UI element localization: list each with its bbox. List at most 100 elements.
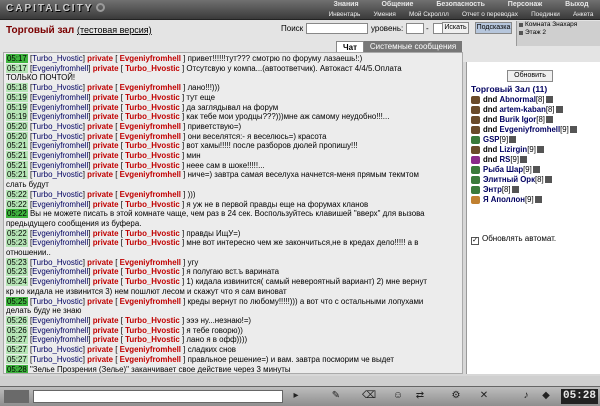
sound-icon[interactable]: ♪	[520, 390, 532, 402]
chat-recipient-nick[interactable]: Turbo_Hvostic	[125, 200, 180, 209]
chat-recipient-nick[interactable]: Evgeniyfromhell	[120, 190, 181, 199]
chat-sender-nick[interactable]: Evgeniyfromhell	[32, 277, 88, 286]
user-nick[interactable]: GSP	[483, 135, 499, 144]
user-nick[interactable]: Элитный Орк	[483, 175, 535, 184]
chat-recipient-nick[interactable]: Evgeniyfromhell	[120, 258, 181, 267]
user-info-icon[interactable]	[534, 196, 542, 203]
chat-recipient-nick[interactable]: Turbo_Hvostic	[125, 151, 180, 160]
user-info-icon[interactable]	[544, 176, 552, 183]
eraser-icon[interactable]: ⌫	[362, 390, 376, 402]
user-info-icon[interactable]	[545, 116, 553, 123]
submenu-profile[interactable]: Анкета	[573, 10, 593, 19]
chat-recipient-nick[interactable]: Turbo_Hvostic	[125, 141, 180, 150]
chat-input[interactable]	[33, 390, 283, 403]
search-button[interactable]: Искать	[442, 22, 469, 34]
user-info-icon[interactable]	[511, 186, 519, 193]
chat-sender-nick[interactable]: Evgeniyfromhell	[32, 64, 88, 73]
user-list-item[interactable]: dnd Lizirgin[9]	[471, 145, 599, 155]
submenu-inventory[interactable]: Инвентарь	[329, 10, 361, 19]
chat-sender-nick[interactable]: Evgeniyfromhell	[32, 326, 88, 335]
chat-sender-nick[interactable]: Turbo_Hvostic	[32, 54, 83, 63]
chat-sender-nick[interactable]: Turbo_Hvostic	[32, 170, 83, 179]
chat-sender-nick[interactable]: Turbo_Hvostic	[32, 345, 83, 354]
chat-sender-nick[interactable]: Turbo_Hvostic	[32, 297, 83, 306]
user-list-item[interactable]: dnd Evgeniyfromhell[9]	[471, 125, 599, 135]
search-input[interactable]	[306, 23, 368, 34]
clear-icon[interactable]: ✕	[478, 390, 490, 402]
shield-icon[interactable]: ◆	[540, 390, 552, 402]
tab-chat[interactable]: Чат	[336, 41, 364, 52]
chat-mode-indicator[interactable]	[4, 390, 29, 403]
user-info-icon[interactable]	[519, 156, 527, 163]
user-list-item[interactable]: GSP[9]	[471, 135, 599, 145]
translit-icon[interactable]: ⇄	[414, 390, 426, 402]
chat-recipient-nick[interactable]: Evgeniyfromhell	[120, 345, 181, 354]
menu-item-communication[interactable]: Общение	[381, 0, 413, 9]
tab-system-messages[interactable]: Системные сообщения	[364, 41, 462, 52]
chat-recipient-nick[interactable]: Turbo_Hvostic	[125, 112, 180, 121]
chat-sender-nick[interactable]: Turbo_Hvostic	[32, 122, 83, 131]
menu-item-character[interactable]: Персонаж	[508, 0, 542, 9]
user-info-icon[interactable]	[555, 106, 563, 113]
chat-sender-nick[interactable]: Evgeniyfromhell	[32, 229, 88, 238]
chat-sender-nick[interactable]: Turbo_Hvostic	[32, 83, 83, 92]
user-nick[interactable]: Abnormal	[499, 95, 535, 104]
chat-recipient-nick[interactable]: Evgeniyfromhell	[120, 122, 181, 131]
user-info-icon[interactable]	[569, 126, 577, 133]
chat-recipient-nick[interactable]: Evgeniyfromhell	[120, 83, 181, 92]
chat-log[interactable]: 05:17 [Turbo_Hvostic] private [ Evgeniyf…	[3, 52, 463, 374]
menu-item-knowledge[interactable]: Знания	[333, 0, 358, 9]
user-info-icon[interactable]	[532, 166, 540, 173]
send-icon[interactable]: ▸	[290, 390, 302, 402]
user-nick[interactable]: Я Аполлон	[483, 195, 525, 204]
smile-icon[interactable]: ☺	[392, 390, 404, 402]
pencil-icon[interactable]: ✎	[330, 390, 342, 402]
chat-sender-nick[interactable]: Turbo_Hvostic	[32, 258, 83, 267]
user-nick[interactable]: Burik Igor	[499, 115, 536, 124]
user-list-item[interactable]: Элитный Орк[8]	[471, 175, 599, 185]
chat-sender-nick[interactable]: Evgeniyfromhell	[32, 161, 88, 170]
level-from-input[interactable]	[406, 23, 424, 34]
user-list-item[interactable]: dnd Burik Igor[8]	[471, 115, 599, 125]
user-nick[interactable]: Энтр	[483, 185, 502, 194]
submenu-skills[interactable]: Умения	[374, 10, 396, 19]
chat-recipient-nick[interactable]: Evgeniyfromhell	[120, 54, 181, 63]
chat-recipient-nick[interactable]: Evgeniyfromhell	[120, 170, 181, 179]
chat-sender-nick[interactable]: Turbo_Hvostic	[32, 355, 83, 364]
menu-item-security[interactable]: Безопасность	[436, 0, 485, 9]
user-nick[interactable]: Evgeniyfromhell	[499, 125, 560, 134]
chat-recipient-nick[interactable]: Turbo_Hvostic	[125, 277, 180, 286]
user-list-item[interactable]: Энтр[8]	[471, 185, 599, 195]
chat-recipient-nick[interactable]: Turbo_Hvostic	[125, 229, 180, 238]
chat-sender-nick[interactable]: Evgeniyfromhell	[32, 238, 88, 247]
chat-sender-nick[interactable]: Evgeniyfromhell	[32, 316, 88, 325]
checkbox-icon[interactable]: ✓	[471, 237, 479, 245]
chat-recipient-nick[interactable]: Turbo_Hvostic	[125, 335, 180, 344]
chat-sender-nick[interactable]: Evgeniyfromhell	[32, 112, 88, 121]
submenu-duels[interactable]: Поединки	[531, 10, 560, 19]
chat-recipient-nick[interactable]: Turbo_Hvostic	[125, 103, 180, 112]
user-info-icon[interactable]	[536, 146, 544, 153]
chat-sender-nick[interactable]: Evgeniyfromhell	[32, 200, 88, 209]
user-list-item[interactable]: dnd Abnormal[8]	[471, 95, 599, 105]
room-link-healer[interactable]: Комната Знахаря	[517, 21, 600, 29]
user-list-item[interactable]: dnd RS[9]	[471, 155, 599, 165]
chat-sender-nick[interactable]: Evgeniyfromhell	[32, 151, 88, 160]
user-info-icon[interactable]	[545, 96, 553, 103]
chat-sender-nick[interactable]: Evgeniyfromhell	[32, 141, 88, 150]
settings-icon[interactable]: ⚙	[450, 390, 462, 402]
chat-recipient-nick[interactable]: Turbo_Hvostic	[125, 267, 180, 276]
user-nick[interactable]: RS	[499, 155, 510, 164]
user-nick[interactable]: Lizirgin	[499, 145, 527, 154]
chat-recipient-nick[interactable]: Turbo_Hvostic	[125, 93, 180, 102]
user-list-item[interactable]: Я Аполлон[9]	[471, 195, 599, 205]
room-link-floor2[interactable]: Этаж 2	[517, 29, 600, 37]
chat-recipient-nick[interactable]: Turbo_Hvostic	[125, 326, 180, 335]
hint-button[interactable]: Подсказка	[475, 22, 512, 34]
chat-recipient-nick[interactable]: Turbo_Hvostic	[125, 64, 180, 73]
menu-item-exit[interactable]: Выход	[565, 0, 588, 9]
refresh-button[interactable]: Обновить	[507, 70, 553, 82]
chat-recipient-nick[interactable]: Evgeniyfromhell	[120, 355, 181, 364]
chat-sender-nick[interactable]: Evgeniyfromhell	[32, 103, 88, 112]
chat-recipient-nick[interactable]: Evgeniyfromhell	[120, 132, 181, 141]
